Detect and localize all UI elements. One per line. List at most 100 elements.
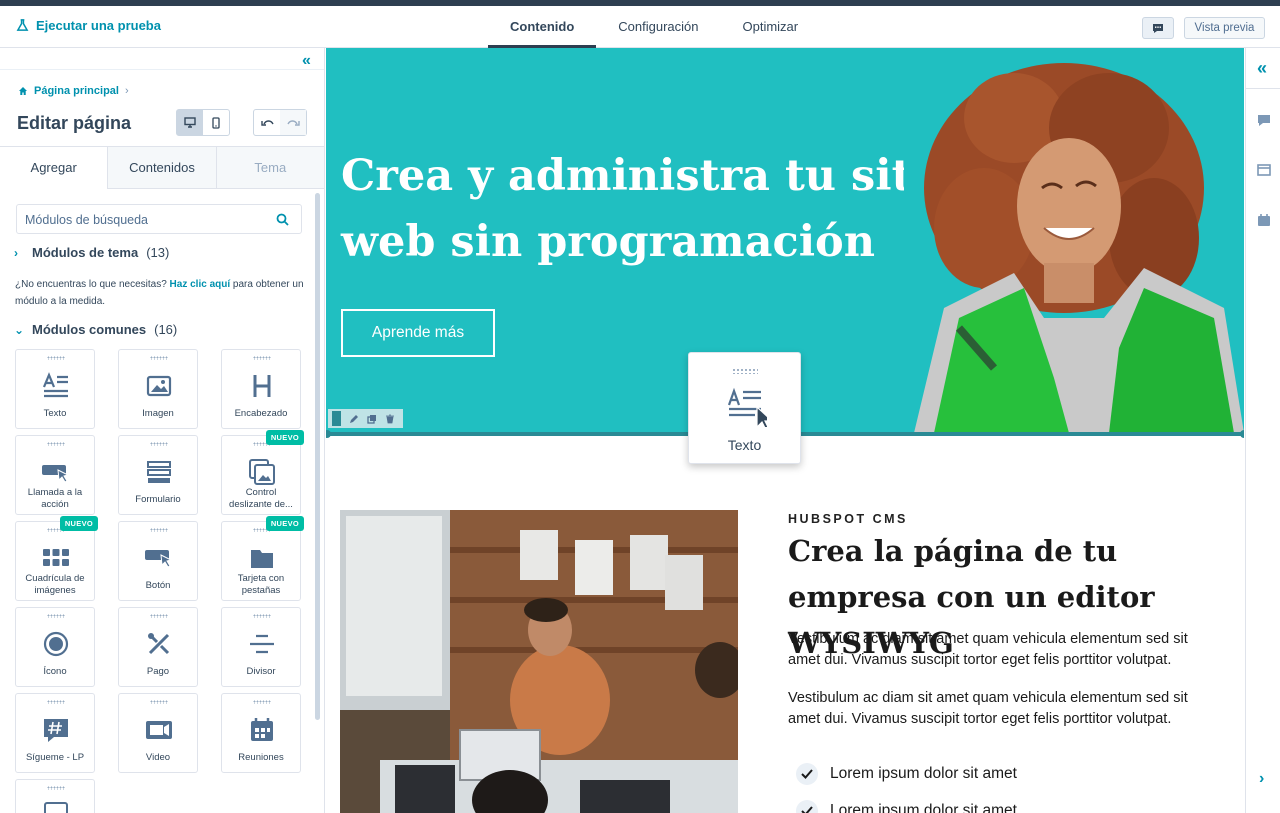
custom-module-hint: ¿No encuentras lo que necesitas? Haz cli…	[15, 276, 305, 310]
module-image[interactable]: Imagen	[118, 349, 198, 429]
module-label: Sígueme - LP	[25, 752, 85, 763]
trash-icon[interactable]	[385, 414, 395, 424]
comments-button[interactable]	[1142, 17, 1174, 39]
hero-button[interactable]: Aprende más	[341, 309, 495, 357]
module-image-grid[interactable]: NUEVO Cuadrícula de imágenes	[15, 516, 98, 601]
flask-icon	[16, 19, 29, 31]
tab-content[interactable]: Contenido	[488, 6, 597, 48]
comment-icon[interactable]	[1257, 113, 1271, 127]
preview-button[interactable]: Vista previa	[1184, 17, 1265, 39]
module-meetings[interactable]: Reuniones	[221, 693, 301, 773]
checklist-item: Lorem ipsum dolor sit amet	[796, 763, 1017, 785]
common-modules-toggle[interactable]: ⌄ Módulos comunes (16)	[14, 322, 177, 337]
module-divider[interactable]: Divisor	[221, 607, 301, 687]
section-paragraph-1: Vestibulum ac diam sit amet quam vehicul…	[788, 631, 1188, 668]
run-test-link[interactable]: Ejecutar una prueba	[16, 18, 161, 33]
sidebar: « Página principal › Editar página Agreg…	[0, 48, 325, 813]
module-form[interactable]: Formulario	[118, 435, 198, 515]
breadcrumb[interactable]: Página principal ›	[18, 85, 129, 97]
checklist-label: Lorem ipsum dolor sit amet	[830, 765, 1017, 782]
video-icon	[146, 721, 172, 739]
edit-icon[interactable]	[349, 414, 359, 424]
folder-icon	[251, 550, 273, 568]
module-cta[interactable]: Llamada a la acción	[15, 435, 95, 515]
module-heading[interactable]: Encabezado	[221, 349, 301, 429]
module-icon[interactable]: Ícono	[15, 607, 95, 687]
desktop-view-button[interactable]	[177, 110, 203, 135]
dragging-module-label: Texto	[727, 437, 762, 453]
copy-icon[interactable]	[367, 414, 377, 424]
dragging-text-module[interactable]: Texto	[688, 352, 801, 464]
top-bar: Ejecutar una prueba Contenido Configurac…	[0, 6, 1280, 48]
desktop-icon	[184, 117, 196, 128]
cta-icon	[42, 465, 70, 483]
module-label: Llamada a la acción	[27, 487, 83, 510]
undo-button[interactable]	[254, 110, 280, 135]
chevron-right-icon: ›	[14, 245, 18, 260]
expand-panel-icon[interactable]: «	[1257, 58, 1267, 79]
text-icon	[42, 372, 68, 398]
chevron-right-icon[interactable]: ›	[1259, 770, 1264, 788]
section-toolbar	[328, 409, 403, 428]
module-tabbed-card[interactable]: NUEVO Tarjeta con pestañas	[221, 516, 304, 601]
tab-settings[interactable]: Configuración	[596, 6, 720, 48]
drag-handle-icon	[150, 356, 168, 360]
hero-title: Crea y administra tu sitio web sin progr…	[341, 151, 957, 267]
icon-icon	[43, 631, 69, 657]
tab-contents[interactable]: Contenidos	[108, 147, 217, 189]
window-icon[interactable]	[1257, 163, 1271, 177]
module-video[interactable]: Video	[118, 693, 198, 773]
custom-module-link[interactable]: Haz clic aquí	[170, 279, 231, 290]
mobile-icon	[212, 116, 220, 129]
module-label: Imagen	[142, 408, 174, 419]
divider-icon	[250, 634, 274, 654]
module-slider[interactable]: NUEVO Control deslizante de...	[221, 430, 304, 515]
redo-button[interactable]	[280, 110, 306, 135]
drag-handle-icon	[150, 528, 168, 532]
hashtag-icon	[44, 719, 68, 742]
tab-add[interactable]: Agregar	[0, 147, 109, 189]
mobile-view-button[interactable]	[203, 110, 229, 135]
selection-handle-left	[326, 430, 331, 438]
tab-optimize[interactable]: Optimizar	[720, 6, 820, 48]
module-button[interactable]: Botón	[118, 521, 198, 601]
theme-modules-toggle[interactable]: › Módulos de tema (13)	[14, 245, 169, 260]
module-label: Reuniones	[238, 752, 284, 763]
team-photo	[340, 510, 738, 813]
tools-icon	[148, 633, 170, 655]
module-payment[interactable]: Pago	[118, 607, 198, 687]
drag-handle-icon	[732, 368, 758, 374]
collapse-sidebar-icon[interactable]: «	[302, 52, 311, 70]
drag-handle-icon	[150, 442, 168, 446]
rail-divider	[1246, 88, 1280, 89]
drag-handle-icon	[253, 700, 271, 704]
common-modules-label: Módulos comunes	[32, 322, 147, 337]
module-label: Ícono	[43, 666, 67, 677]
selection-handle-right	[1240, 430, 1244, 438]
module-label: Encabezado	[234, 408, 288, 419]
module-label: Texto	[43, 408, 67, 419]
common-modules-count: (16)	[154, 322, 178, 337]
calendar-icon	[251, 718, 273, 741]
tab-theme[interactable]: Tema	[216, 147, 324, 189]
module-follow-me[interactable]: Sígueme - LP	[15, 693, 95, 773]
drag-handle-icon	[150, 700, 168, 704]
home-icon	[19, 87, 27, 95]
module-search-input[interactable]: Módulos de búsqueda	[16, 204, 302, 234]
right-rail: « ›	[1245, 48, 1280, 813]
button-icon	[145, 550, 173, 568]
new-badge: NUEVO	[265, 430, 304, 445]
module-label: Pago	[146, 666, 170, 677]
image-icon	[146, 375, 172, 397]
calendar-icon[interactable]	[1257, 213, 1271, 227]
sidebar-scrollbar[interactable]	[315, 193, 320, 720]
module-label: Control deslizante de...	[229, 487, 293, 510]
text-icon	[727, 387, 767, 427]
module-partial[interactable]	[15, 779, 95, 813]
module-text[interactable]: Texto	[15, 349, 95, 429]
module-label: Cuadrícula de imágenes	[25, 573, 85, 596]
heading-icon	[253, 375, 271, 397]
comment-icon	[1153, 23, 1163, 33]
drag-handle-icon[interactable]	[332, 411, 341, 426]
module-label: Botón	[145, 580, 171, 591]
